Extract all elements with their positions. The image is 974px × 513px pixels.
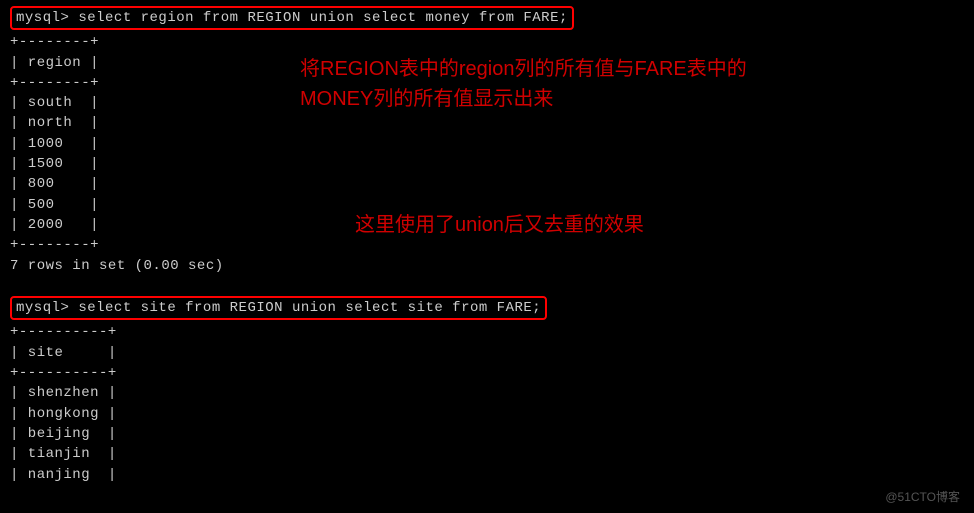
annotation-1-line-2: MONEY列的所有值显示出来 <box>300 84 747 114</box>
annotation-2: 这里使用了union后又去重的效果 <box>355 210 644 240</box>
mysql-prompt-1: mysql> <box>16 10 78 26</box>
table1-row: | 1000 | <box>10 134 964 154</box>
table1-row: | 800 | <box>10 174 964 194</box>
query-1-highlight-box: mysql> select region from REGION union s… <box>10 6 574 30</box>
table2-row: | shenzhen | <box>10 383 964 403</box>
watermark: @51CTO博客 <box>885 488 960 505</box>
sql-query-1: select region from REGION union select m… <box>78 10 568 26</box>
table2-row: | tianjin | <box>10 444 964 464</box>
table2-row: | hongkong | <box>10 404 964 424</box>
blank-line <box>10 276 964 296</box>
sql-query-2: select site from REGION union select sit… <box>78 300 541 316</box>
table2-border-mid: +----------+ <box>10 363 964 383</box>
table2-row: | beijing | <box>10 424 964 444</box>
table1-row: | 1500 | <box>10 154 964 174</box>
query-2-highlight-box: mysql> select site from REGION union sel… <box>10 296 547 320</box>
table1-row: | north | <box>10 113 964 133</box>
annotation-1: 将REGION表中的region列的所有值与FARE表中的 MONEY列的所有值… <box>300 54 747 114</box>
annotation-1-line-1: 将REGION表中的region列的所有值与FARE表中的 <box>300 54 747 84</box>
mysql-prompt-2: mysql> <box>16 300 78 316</box>
table2-header: | site | <box>10 343 964 363</box>
table1-result: 7 rows in set (0.00 sec) <box>10 256 964 276</box>
table2-row: | nanjing | <box>10 465 964 485</box>
table2-border-top: +----------+ <box>10 322 964 342</box>
table1-border-top: +--------+ <box>10 32 964 52</box>
